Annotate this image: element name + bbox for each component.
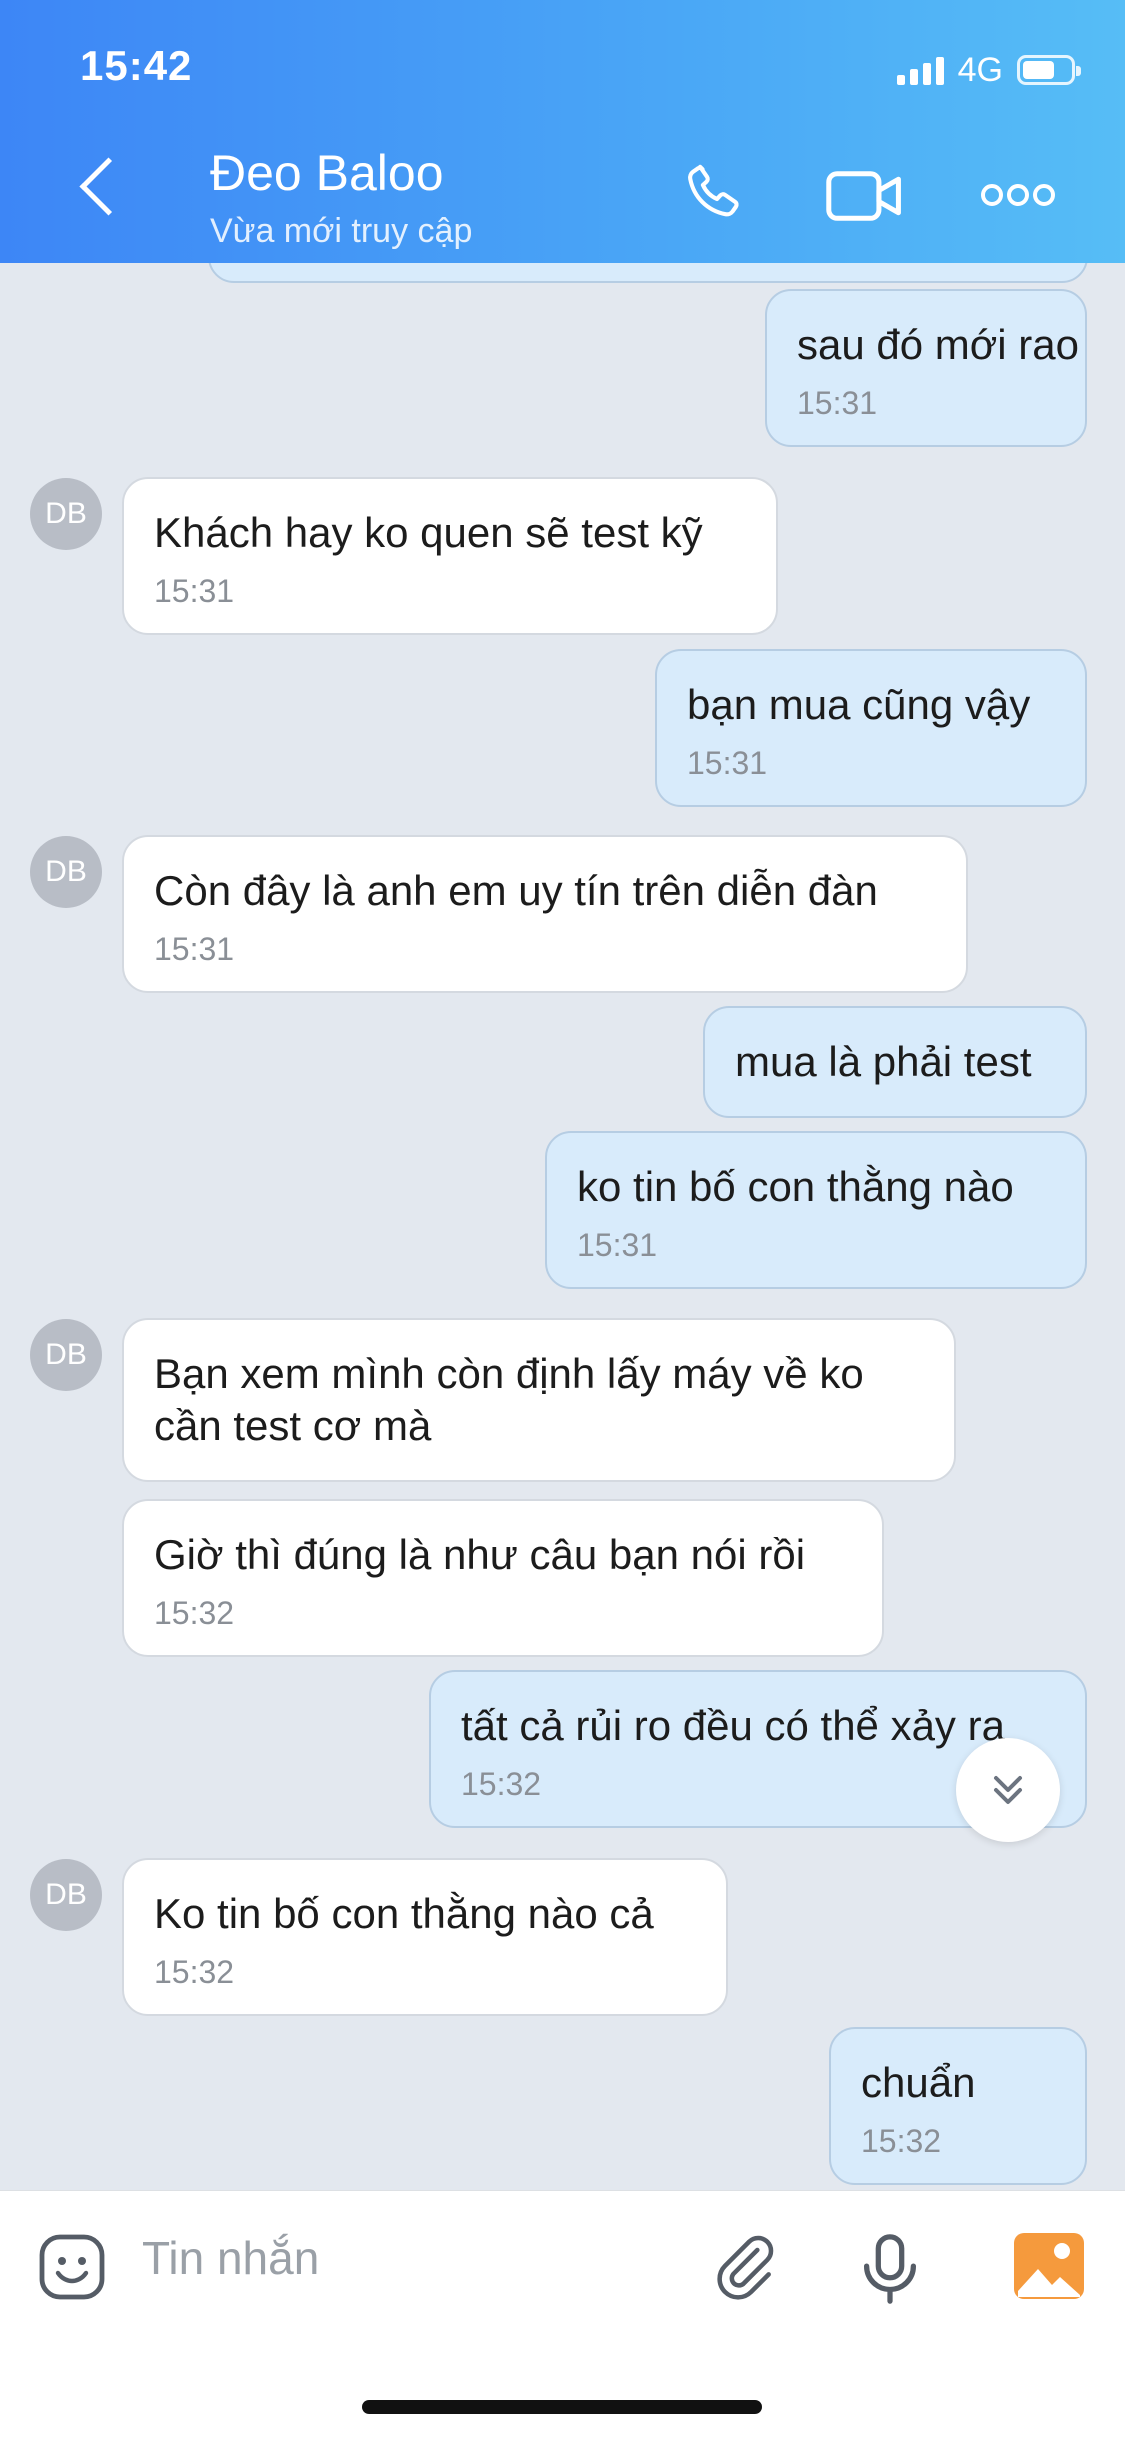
avatar[interactable]: DB: [30, 836, 102, 908]
message-list[interactable]: sau đó mới rao 15:31 DB Khách hay ko que…: [0, 263, 1125, 2190]
contact-status: Vừa mới truy cập: [210, 212, 473, 250]
message-time: 15:32: [154, 1595, 235, 1631]
attachment-icon[interactable]: [712, 2233, 780, 2301]
message-text-line: Bạn xem mình còn định lấy máy về ko: [154, 1350, 864, 1397]
message-incoming[interactable]: Còn đây là anh em uy tín trên diễn đàn 1…: [122, 835, 968, 993]
signal-icon: [896, 55, 944, 85]
message-bubble-partial: [208, 263, 1088, 283]
message-time: 15:31: [687, 745, 768, 781]
status-time: 15:42: [80, 42, 193, 89]
message-time: 15:32: [154, 1954, 235, 1990]
message-text: Khách hay ko quen sẽ test kỹ: [154, 509, 703, 556]
message-time: 15:31: [154, 573, 235, 609]
message-text: mua là phải test: [735, 1038, 1032, 1085]
message-text: Ko tin bố con thằng nào cả: [154, 1890, 654, 1937]
message-text-line: cần test cơ mà: [154, 1402, 432, 1449]
message-time: 15:31: [154, 931, 235, 967]
message-input[interactable]: Tin nhắn: [142, 2231, 319, 2285]
message-incoming[interactable]: Khách hay ko quen sẽ test kỹ 15:31: [122, 477, 778, 635]
message-incoming[interactable]: Giờ thì đúng là như câu bạn nói rồi 15:3…: [122, 1499, 884, 1657]
message-text: Giờ thì đúng là như câu bạn nói rồi: [154, 1531, 806, 1578]
video-call-icon[interactable]: [826, 168, 904, 224]
phone-icon[interactable]: [682, 160, 748, 226]
message-time: 15:32: [861, 2123, 942, 2159]
message-text: ko tin bố con thằng nào: [577, 1163, 1014, 1210]
network-type: 4G: [957, 50, 1003, 89]
message-text: Còn đây là anh em uy tín trên diễn đàn: [154, 867, 878, 914]
message-time: 15:31: [577, 1227, 658, 1263]
message-outgoing[interactable]: mua là phải test: [703, 1006, 1087, 1118]
more-icon[interactable]: [980, 180, 1056, 210]
chat-header: 15:42 4G Đeo Baloo Vừa mới truy cập: [0, 0, 1125, 263]
message-incoming[interactable]: Bạn xem mình còn định lấy máy về ko cần …: [122, 1318, 956, 1482]
message-text: chuẩn: [861, 2059, 976, 2106]
status-indicators: 4G: [896, 50, 1081, 90]
message-text: tất cả rủi ro đều có thể xảy ra: [461, 1702, 1005, 1749]
contact-name[interactable]: Đeo Baloo: [210, 144, 444, 202]
message-outgoing[interactable]: chuẩn 15:32: [829, 2027, 1087, 2185]
message-outgoing[interactable]: sau đó mới rao 15:31: [765, 289, 1087, 447]
avatar[interactable]: DB: [30, 478, 102, 550]
message-text: bạn mua cũng vậy: [687, 681, 1031, 728]
avatar[interactable]: DB: [30, 1319, 102, 1391]
home-indicator[interactable]: [362, 2400, 762, 2414]
message-time: 15:31: [797, 385, 878, 421]
message-text: sau đó mới rao: [797, 321, 1080, 368]
message-incoming[interactable]: Ko tin bố con thằng nào cả 15:32: [122, 1858, 728, 2016]
message-outgoing[interactable]: bạn mua cũng vậy 15:31: [655, 649, 1087, 807]
gallery-icon[interactable]: [1012, 2231, 1086, 2301]
microphone-icon[interactable]: [860, 2231, 920, 2307]
avatar[interactable]: DB: [30, 1859, 102, 1931]
scroll-down-button[interactable]: [956, 1738, 1060, 1842]
back-chevron-icon[interactable]: [79, 157, 138, 216]
message-outgoing[interactable]: ko tin bố con thằng nào 15:31: [545, 1131, 1087, 1289]
sticker-icon[interactable]: [36, 2231, 108, 2303]
battery-icon: [1017, 55, 1081, 85]
scroll-down-icon: [994, 1776, 1022, 1804]
